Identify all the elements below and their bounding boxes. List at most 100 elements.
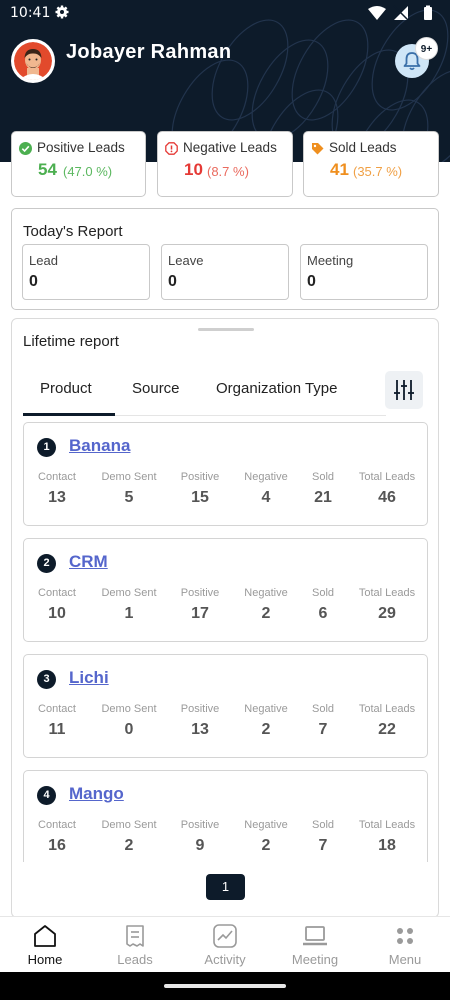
- metric-value: 15: [191, 489, 209, 506]
- metric-header: Positive: [180, 587, 220, 599]
- user-name: Jobayer Rahman: [66, 41, 232, 63]
- metric-header: Contact: [38, 819, 76, 831]
- tab-organization-type[interactable]: Organization Type: [216, 380, 337, 397]
- tab-product[interactable]: Product: [40, 380, 92, 397]
- metric-header: Demo Sent: [101, 703, 157, 715]
- metric-column: Total Leads 29: [352, 587, 422, 623]
- metric-column: Sold 6: [288, 587, 358, 623]
- negative-leads-card[interactable]: Negative Leads 10 (8.7 %): [157, 131, 293, 197]
- positive-leads-label: Positive Leads: [37, 140, 125, 155]
- metric-header: Contact: [38, 471, 76, 483]
- product-card[interactable]: 3 Lichi Contact 11 Demo Sent 0 Positive 13 Negat…: [23, 654, 428, 758]
- metric-column: Positive 17: [165, 587, 235, 623]
- metric-column: Contact 11: [22, 703, 92, 739]
- battery-icon: [424, 7, 432, 20]
- nav-activity[interactable]: Activity: [180, 923, 270, 967]
- pagination-page-button[interactable]: 1: [206, 874, 245, 900]
- metric-value: 2: [124, 837, 134, 854]
- metric-column: Total Leads 46: [352, 471, 422, 507]
- metric-value: 21: [314, 489, 332, 506]
- metric-header: Demo Sent: [101, 587, 157, 599]
- todays-report-card: Today's Report Lead 0 Leave 0 Meeting 0: [11, 208, 439, 310]
- today-lead-box[interactable]: Lead 0: [22, 244, 150, 300]
- rank-badge: 4: [37, 786, 56, 805]
- metric-value: 16: [48, 837, 66, 854]
- nav-leads[interactable]: Leads: [90, 923, 180, 967]
- grid-icon: [397, 928, 413, 944]
- positive-leads-card[interactable]: Positive Leads 54 (47.0 %): [11, 131, 146, 197]
- sheet-drag-handle[interactable]: [198, 328, 254, 331]
- metric-value: 1: [124, 605, 134, 622]
- metric-header: Demo Sent: [101, 471, 157, 483]
- notification-badge: 9+: [415, 37, 438, 60]
- metric-value: 11: [48, 721, 66, 738]
- avatar[interactable]: [11, 39, 55, 83]
- status-bar: 10:41: [0, 0, 450, 28]
- lifetime-report-title: Lifetime report: [23, 333, 119, 350]
- filter-button[interactable]: [385, 371, 423, 409]
- todays-report-title: Today's Report: [23, 223, 123, 240]
- wifi-icon: [368, 6, 386, 20]
- tag-icon: [312, 143, 324, 155]
- metric-header: Total Leads: [358, 819, 416, 831]
- product-card[interactable]: 4 Mango Contact 16 Demo Sent 2 Positive 9 Negati…: [23, 770, 428, 862]
- metric-column: Positive 13: [165, 703, 235, 739]
- negative-leads-count: 10: [184, 160, 203, 179]
- metric-column: Sold 7: [288, 703, 358, 739]
- product-name-link[interactable]: Banana: [69, 436, 130, 456]
- nav-activity-label: Activity: [204, 952, 246, 967]
- today-leave-label: Leave: [168, 253, 204, 268]
- metric-column: Demo Sent 0: [94, 703, 164, 739]
- nav-leads-label: Leads: [117, 952, 153, 967]
- home-gesture-pill[interactable]: [164, 984, 286, 988]
- nav-menu-label: Menu: [388, 952, 422, 967]
- metric-value: 9: [195, 837, 205, 854]
- metric-column: Sold 7: [288, 819, 358, 855]
- product-name-link[interactable]: Lichi: [69, 668, 109, 688]
- metric-header: Positive: [180, 703, 220, 715]
- home-icon: [34, 925, 56, 947]
- today-leave-value: 0: [168, 273, 177, 290]
- metric-column: Sold 21: [288, 471, 358, 507]
- today-meeting-box[interactable]: Meeting 0: [300, 244, 428, 300]
- metric-header: Positive: [180, 471, 220, 483]
- product-card[interactable]: 1 Banana Contact 13 Demo Sent 5 Positive 15 Nega…: [23, 422, 428, 526]
- nav-home-label: Home: [27, 952, 63, 967]
- metric-header: Sold: [311, 471, 335, 483]
- metric-value: 29: [378, 605, 396, 622]
- metric-value: 46: [378, 489, 396, 506]
- metric-value: 18: [378, 837, 396, 854]
- today-leave-box[interactable]: Leave 0: [161, 244, 289, 300]
- metric-value: 13: [48, 489, 66, 506]
- metric-value: 6: [318, 605, 328, 622]
- product-card[interactable]: 2 CRM Contact 10 Demo Sent 1 Positive 17 Negativ…: [23, 538, 428, 642]
- metric-column: Positive 15: [165, 471, 235, 507]
- nav-meeting-label: Meeting: [291, 952, 339, 967]
- tab-source[interactable]: Source: [132, 380, 180, 397]
- system-status-icons: [368, 5, 432, 21]
- today-meeting-label: Meeting: [307, 253, 354, 268]
- nav-home[interactable]: Home: [0, 923, 90, 967]
- today-lead-value: 0: [29, 273, 38, 290]
- active-tab-indicator: [23, 413, 115, 416]
- metric-header: Total Leads: [358, 471, 416, 483]
- metric-value: 17: [191, 605, 209, 622]
- metric-column: Demo Sent 1: [94, 587, 164, 623]
- nav-menu[interactable]: Menu: [360, 923, 450, 967]
- metric-value: 5: [124, 489, 134, 506]
- metric-header: Total Leads: [358, 703, 416, 715]
- product-name-link[interactable]: Mango: [69, 784, 124, 804]
- metric-header: Contact: [38, 703, 76, 715]
- sold-leads-card[interactable]: Sold Leads 41 (35.7 %): [303, 131, 439, 197]
- metric-value: 7: [318, 721, 328, 738]
- metric-header: Sold: [311, 819, 335, 831]
- rank-badge: 3: [37, 670, 56, 689]
- negative-leads-label: Negative Leads: [183, 140, 277, 155]
- nav-meeting[interactable]: Meeting: [270, 923, 360, 967]
- check-circle-icon: [19, 142, 32, 155]
- sliders-icon: [394, 380, 414, 400]
- bottom-navigation: Home Leads Activity Meeting Menu: [0, 916, 450, 972]
- product-report-list[interactable]: 1 Banana Contact 13 Demo Sent 5 Positive 15 Nega…: [12, 422, 438, 862]
- metric-column: Contact 10: [22, 587, 92, 623]
- product-name-link[interactable]: CRM: [69, 552, 108, 572]
